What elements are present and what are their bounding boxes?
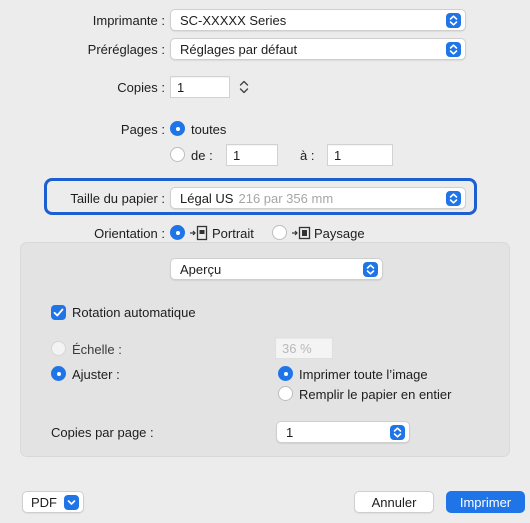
pages-to-label: à : [300, 148, 315, 163]
copies-per-page-value: 1 [286, 424, 294, 440]
pdf-label: PDF [31, 494, 57, 510]
copies-per-page-popup[interactable]: 1 [276, 421, 410, 443]
section-popup-value: Aperçu [180, 261, 222, 277]
print-button[interactable]: Imprimer [446, 491, 525, 513]
auto-rotate-checkbox[interactable] [51, 305, 66, 320]
section-popup[interactable]: Aperçu [170, 258, 383, 280]
chevron-down-icon [64, 495, 79, 510]
paper-size-popup[interactable]: Légal US 216 par 356 mm [170, 187, 466, 209]
cancel-button[interactable]: Annuler [354, 491, 434, 513]
auto-rotate-label: Rotation automatique [72, 305, 196, 320]
chevron-updown-icon [446, 191, 461, 206]
pages-range-radio[interactable] [170, 147, 185, 162]
pages-from-field[interactable]: 1 [226, 144, 278, 166]
fill-paper-radio[interactable] [278, 386, 293, 401]
landscape-label: Paysage [314, 226, 365, 241]
cancel-label: Annuler [371, 494, 417, 510]
printer-popup[interactable]: SC-XXXXX Series [170, 9, 466, 31]
chevron-updown-icon [446, 42, 461, 57]
presets-label: Préréglages : [87, 42, 165, 57]
scale-label: Échelle : [72, 342, 122, 357]
orientation-portrait-radio[interactable] [170, 225, 185, 240]
chevron-updown-icon [363, 262, 378, 277]
pages-from-label: de : [191, 148, 213, 163]
copies-per-page-label: Copies par page : [51, 425, 154, 440]
presets-value: Réglages par défaut [180, 41, 298, 57]
copies-stepper[interactable] [237, 77, 251, 97]
printer-label: Imprimante : [92, 13, 165, 28]
checkmark-icon [53, 308, 64, 317]
pages-from-value: 1 [233, 147, 241, 163]
paper-size-value: Légal US [180, 190, 234, 206]
fit-label: Ajuster : [72, 367, 120, 382]
orientation-landscape-radio[interactable] [272, 225, 287, 240]
copies-label: Copies : [117, 80, 165, 95]
scale-radio[interactable] [51, 341, 66, 356]
fill-paper-label: Remplir le papier en entier [299, 387, 452, 402]
copies-value: 1 [177, 79, 185, 95]
print-entire-image-label: Imprimer toute l’image [299, 367, 428, 382]
chevron-updown-icon [446, 13, 461, 28]
paper-size-dimensions: 216 par 356 mm [238, 190, 334, 206]
print-label: Imprimer [459, 494, 512, 510]
paper-size-label: Taille du papier : [70, 191, 165, 206]
pages-label: Pages : [120, 122, 165, 137]
pages-all-label: toutes [191, 122, 227, 137]
scale-value: 36 % [282, 340, 312, 356]
print-entire-image-radio[interactable] [278, 366, 293, 381]
orientation-label: Orientation : [94, 226, 165, 241]
pages-to-field[interactable]: 1 [327, 144, 393, 166]
scale-field[interactable]: 36 % [275, 337, 333, 359]
fit-radio[interactable] [51, 366, 66, 381]
copies-field[interactable]: 1 [170, 76, 230, 98]
chevron-updown-icon [390, 425, 405, 440]
printer-value: SC-XXXXX Series [180, 12, 287, 28]
portrait-label: Portrait [212, 226, 254, 241]
pages-to-value: 1 [334, 147, 342, 163]
pdf-menu-button[interactable]: PDF [22, 491, 84, 513]
presets-popup[interactable]: Réglages par défaut [170, 38, 466, 60]
pages-all-radio[interactable] [170, 121, 185, 136]
